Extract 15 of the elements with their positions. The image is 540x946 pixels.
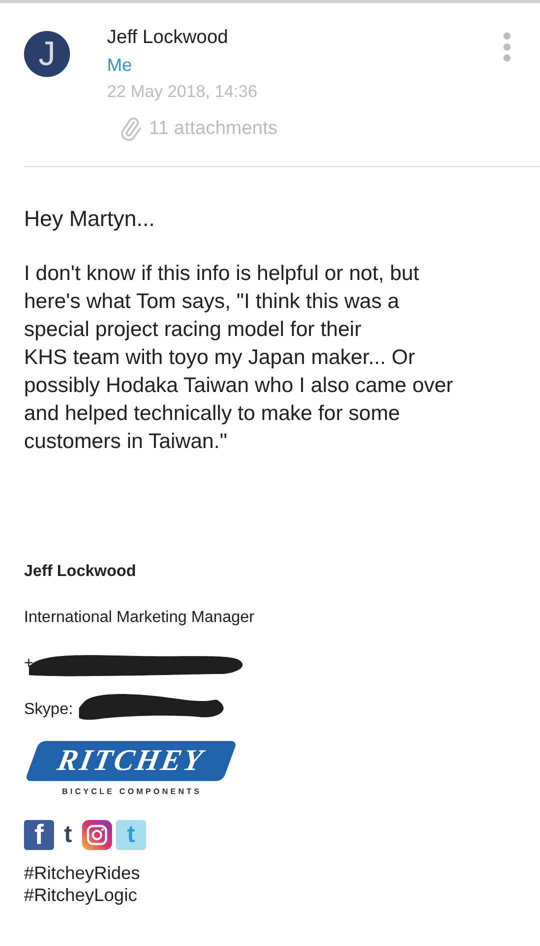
hashtag-text: #RitcheyLogic — [24, 884, 138, 906]
message-date: 22 May 2018, 14:36 — [107, 81, 258, 103]
recipient-name: Me — [107, 54, 134, 77]
job-title: International Marketing Manager — [24, 608, 254, 628]
tumblr-icon[interactable]: t — [58, 820, 78, 850]
greeting-text: Hey Martyn... — [24, 205, 156, 233]
sender-name: Jeff Lockwood — [107, 26, 230, 50]
facebook-icon[interactable]: f — [24, 820, 54, 850]
message-paragraph: I don't know if this info is helpful or not, but here's what Tom says, "I think this was a special project racing model for their KHS team with toyo my Japan maker... Or possibly Hodaka Taiwan who I also came over and helped technically to make for some customers in Taiwan." — [24, 261, 454, 455]
avatar: J — [24, 31, 70, 77]
skype-id: Skype: — [24, 700, 73, 720]
signature-name: Jeff Lockwood — [24, 562, 136, 582]
hashtag-text: #RitcheyRides — [24, 862, 140, 884]
phone-number: + — [24, 654, 34, 674]
instagram-icon[interactable] — [82, 820, 112, 850]
